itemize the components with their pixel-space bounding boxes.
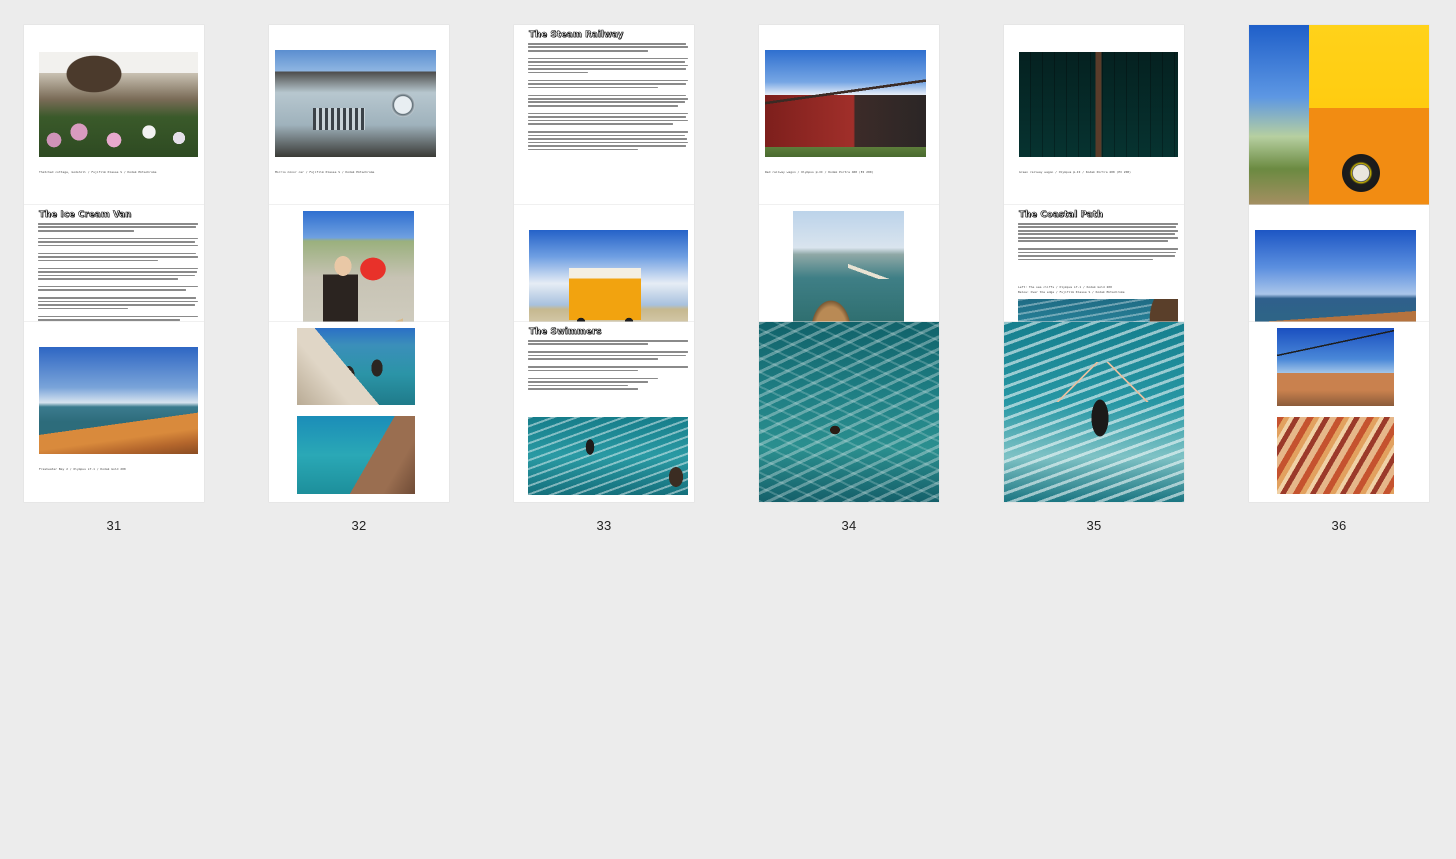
caption: Thatched cottage, Godshill / Fujifilm Kl… xyxy=(39,170,157,174)
photo-red-wagon xyxy=(765,50,926,157)
caption: Red railway wagon / Olympus μ-II / Kodak… xyxy=(765,170,874,174)
page-thumb-29[interactable]: The Coastal Path Left: The sea cliffs / … xyxy=(1004,205,1184,416)
page-canvas[interactable] xyxy=(1249,25,1429,205)
page-canvas[interactable] xyxy=(1004,322,1184,502)
page-canvas[interactable] xyxy=(1249,322,1429,502)
photo-coloured-cliffs xyxy=(1277,417,1394,494)
page-thumb-27[interactable]: Above: The ice cream van / Olympus LT-1 … xyxy=(514,205,694,416)
page-canvas[interactable] xyxy=(269,322,449,502)
photo-swimmer-leap xyxy=(1004,322,1184,502)
body-text-block xyxy=(1018,223,1178,262)
page-thumb-21[interactable]: The Steam Railway 21 xyxy=(514,25,694,236)
photo-green-wagon xyxy=(1019,52,1178,157)
page-number: 32 xyxy=(351,518,367,533)
page-thumb-34[interactable]: 34 xyxy=(759,322,939,533)
page-canvas[interactable]: The Swimmers xyxy=(514,322,694,502)
page-thumb-20[interactable]: Morris minor car / Fujifilm Klasse S / K… xyxy=(269,25,449,236)
photo-swimmers-top xyxy=(297,328,415,405)
page-canvas[interactable] xyxy=(759,322,939,502)
page-thumb-36[interactable]: 36 xyxy=(1249,322,1429,533)
page-thumb-22[interactable]: Red railway wagon / Olympus μ-II / Kodak… xyxy=(759,25,939,236)
photo-freshwater-bay-1 xyxy=(1255,230,1416,337)
page-thumb-31[interactable]: Freshwater Bay 2 / Olympus LT-1 / Kodak … xyxy=(24,322,204,533)
page-canvas[interactable]: Green railway wagon / Olympus μ-II / Kod… xyxy=(1004,25,1184,205)
page-thumb-28[interactable]: 28 xyxy=(759,205,939,416)
page-thumb-26[interactable]: 26 xyxy=(269,205,449,416)
page-title: The Swimmers xyxy=(529,327,602,338)
page-number: 33 xyxy=(596,518,612,533)
body-text-block xyxy=(38,223,198,330)
photo-morris-minor xyxy=(275,50,436,157)
page-title: The Coastal Path xyxy=(1019,210,1104,221)
caption: Freshwater Bay 2 / Olympus LT-1 / Kodak … xyxy=(39,467,126,471)
page-title: The Ice Cream Van xyxy=(39,210,132,221)
body-text-block xyxy=(528,340,688,392)
page-canvas[interactable]: The Steam Railway xyxy=(514,25,694,205)
page-thumb-30[interactable]: Freshwater Bay 1 / Olympus μ-II / Kodak … xyxy=(1249,205,1429,416)
page-canvas[interactable]: Thatched cottage, Godshill / Fujifilm Kl… xyxy=(24,25,204,205)
body-text-block xyxy=(528,43,688,152)
caption: Green railway wagon / Olympus μ-II / Kod… xyxy=(1019,170,1131,174)
page-thumb-23[interactable]: Green railway wagon / Olympus μ-II / Kod… xyxy=(1004,25,1184,236)
page-thumb-19[interactable]: Thatched cottage, Godshill / Fujifilm Kl… xyxy=(24,25,204,236)
photo-swimmer-jump xyxy=(528,417,688,495)
photo-chairlift xyxy=(1277,328,1394,406)
caption: Left: The sea cliffs / Olympus LT-1 / Ko… xyxy=(1018,285,1112,289)
page-canvas[interactable]: Freshwater Bay 2 / Olympus LT-1 / Kodak … xyxy=(24,322,204,502)
photo-thatched-cottage xyxy=(39,52,198,157)
photo-swimmer-in-sea xyxy=(759,322,939,502)
page-thumb-24[interactable]: 24 xyxy=(1249,25,1429,236)
caption: Morris minor car / Fujifilm Klasse S / K… xyxy=(275,170,375,174)
photo-ice-cream-van xyxy=(529,230,688,337)
page-title: The Steam Railway xyxy=(529,30,624,41)
page-canvas[interactable]: Red railway wagon / Olympus μ-II / Kodak… xyxy=(759,25,939,205)
photo-yellow-van xyxy=(1249,25,1429,205)
page-number: 34 xyxy=(841,518,857,533)
page-number: 31 xyxy=(106,518,122,533)
page-thumb-35[interactable]: 35 xyxy=(1004,322,1184,533)
page-thumb-25[interactable]: The Ice Cream Van Left: Ethan, yellow an… xyxy=(24,205,204,416)
page-number: 35 xyxy=(1086,518,1102,533)
page-thumb-33[interactable]: The Swimmers 33 xyxy=(514,322,694,533)
photo-freshwater-bay-2 xyxy=(39,347,198,454)
page-thumbnail-grid: Thatched cottage, Godshill / Fujifilm Kl… xyxy=(24,25,1429,533)
page-canvas[interactable]: Morris minor car / Fujifilm Klasse S / K… xyxy=(269,25,449,205)
page-number: 36 xyxy=(1331,518,1347,533)
page-thumb-32[interactable]: 32 xyxy=(269,322,449,533)
caption-2: Below: Over the edge / Fujifilm Klasse S… xyxy=(1018,290,1125,294)
photo-swimmers-bottom xyxy=(297,416,415,494)
